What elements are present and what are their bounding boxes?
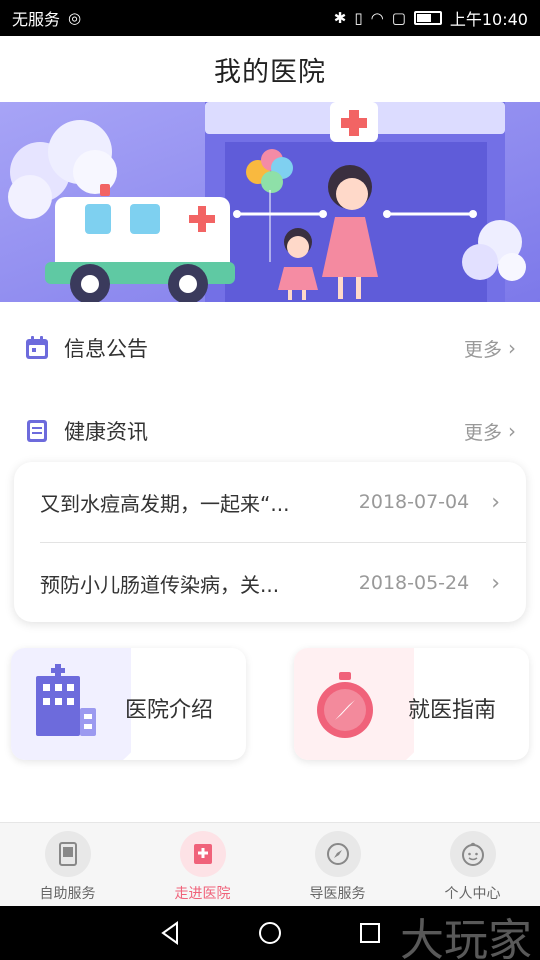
home-icon[interactable]	[257, 920, 283, 946]
bottom-tab-bar: 自助服务 走进医院 导医服务 个人中心	[0, 822, 540, 906]
health-more-link[interactable]: 更多 ›	[464, 418, 516, 445]
chevron-right-icon: ›	[508, 419, 516, 443]
news-title: 又到水痘高发期，一起来“...	[40, 491, 290, 516]
watermark-logo: 大玩家	[400, 915, 532, 960]
back-icon[interactable]	[157, 920, 183, 946]
health-section-header: 健康资讯 更多 ›	[0, 401, 540, 461]
hospital-building-icon	[11, 648, 131, 760]
tab-self-service[interactable]: 自助服务	[0, 823, 135, 906]
status-bar: 无服务 ◎ ✱ ▯ ◠ ▢ 上午10:40	[0, 0, 540, 36]
notice-section-header: 信息公告 更多 ›	[0, 318, 540, 378]
more-label: 更多	[463, 338, 502, 361]
recents-icon[interactable]	[357, 920, 383, 946]
hospital-icon	[179, 831, 226, 877]
nav-bar: 我的医院	[0, 36, 540, 102]
page-title: 我的医院	[214, 56, 326, 88]
tab-label: 走进医院	[174, 886, 231, 902]
clock-text: 上午10:40	[449, 10, 528, 29]
tab-enter-hospital[interactable]: 走进医院	[135, 823, 270, 906]
hospital-intro-label: 医院介绍	[125, 698, 214, 723]
notice-title: 信息公告	[64, 337, 148, 361]
compass-icon	[314, 831, 361, 877]
tab-personal-center[interactable]: 个人中心	[405, 823, 540, 906]
news-title: 预防小儿肠道传染病，关...	[40, 572, 280, 597]
hospital-intro-tile[interactable]: 医院介绍	[11, 648, 246, 760]
banner-illustration[interactable]	[0, 102, 540, 302]
carrier-text: 无服务	[12, 10, 61, 29]
news-item[interactable]: 又到水痘高发期，一起来“... 2018-07-04 ›	[14, 462, 526, 542]
chevron-right-icon: ›	[508, 336, 516, 360]
content-bottom-space	[0, 778, 540, 822]
news-date: 2018-07-04	[358, 491, 470, 513]
notice-more-link[interactable]: 更多 ›	[464, 335, 516, 362]
news-date: 2018-05-24	[358, 572, 470, 594]
tab-label: 个人中心	[444, 886, 501, 902]
news-item[interactable]: 预防小儿肠道传染病，关... 2018-05-24 ›	[14, 543, 526, 623]
tab-label: 自助服务	[39, 886, 96, 902]
baby-face-icon	[449, 831, 496, 877]
wifi-icon: ◠	[370, 9, 384, 27]
medical-guide-tile[interactable]: 就医指南	[294, 648, 529, 760]
tablet-icon	[44, 831, 91, 877]
chevron-right-icon: ›	[491, 570, 500, 596]
medical-guide-label: 就医指南	[408, 698, 497, 723]
tab-guide-service[interactable]: 导医服务	[270, 823, 405, 906]
no-service-icon: ◎	[68, 9, 82, 27]
document-icon	[24, 418, 50, 444]
more-label: 更多	[463, 421, 502, 444]
chevron-right-icon: ›	[491, 489, 500, 515]
vibrate-icon: ▯	[354, 9, 363, 27]
calendar-icon	[24, 335, 50, 361]
battery-icon	[413, 11, 442, 25]
bluetooth-icon: ✱	[333, 9, 347, 27]
sim-alert-icon: ▢	[391, 9, 406, 27]
stopwatch-icon	[294, 648, 414, 760]
tab-label: 导医服务	[309, 886, 366, 902]
news-list-card: 又到水痘高发期，一起来“... 2018-07-04 › 预防小儿肠道传染病，关…	[14, 462, 526, 622]
health-title: 健康资讯	[64, 420, 148, 444]
